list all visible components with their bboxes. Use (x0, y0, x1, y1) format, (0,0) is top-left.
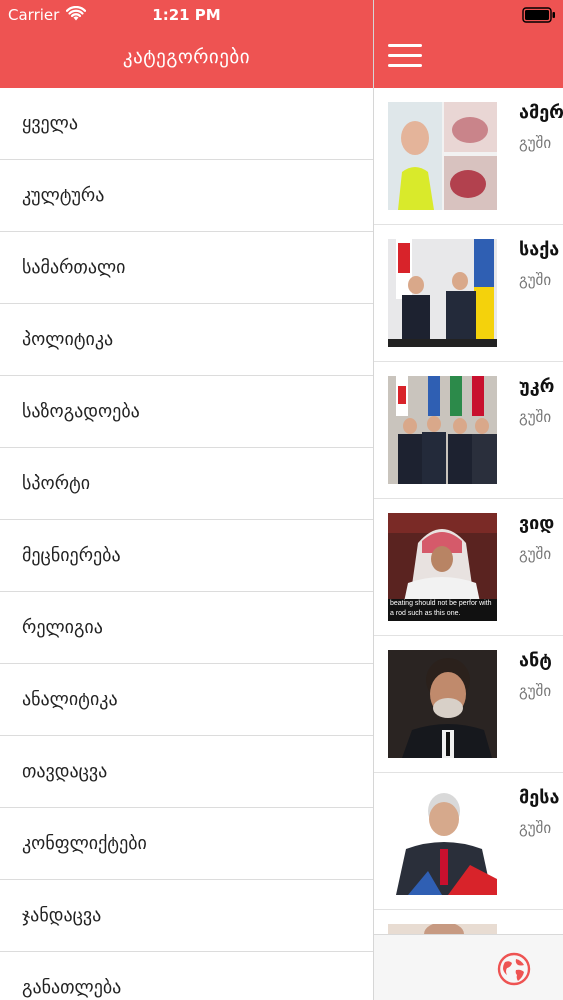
category-item[interactable]: საზოგადოება (0, 376, 373, 448)
news-thumbnail (388, 787, 497, 895)
category-item[interactable]: კონფლიქტები (0, 808, 373, 880)
news-item[interactable]: მესა გუში (374, 773, 563, 910)
news-source: გუში (519, 819, 552, 837)
news-title: მესა (519, 787, 560, 808)
drawer-title: კატეგორიები (122, 46, 251, 68)
news-item[interactable]: უკრ გუში (374, 362, 563, 499)
category-item[interactable]: ჯანდაცვა (0, 880, 373, 952)
news-item[interactable]: beating should not be perfor with a rod … (374, 499, 563, 636)
globe-icon[interactable] (496, 951, 532, 987)
category-item[interactable]: თავდაცვა (0, 736, 373, 808)
news-source: გუში (519, 545, 552, 563)
drawer-header: Carrier 1:21 PM კატეგორიები (0, 0, 373, 88)
category-item[interactable]: სპორტი (0, 448, 373, 520)
category-item[interactable]: განათლება (0, 952, 373, 1000)
feed-header (374, 0, 563, 88)
news-title: საქა (519, 239, 560, 260)
news-source: გუში (519, 134, 552, 152)
category-item[interactable]: კულტურა (0, 160, 373, 232)
hamburger-menu-icon[interactable] (388, 44, 422, 70)
category-item[interactable]: მეცნიერება (0, 520, 373, 592)
battery-icon (522, 7, 555, 23)
news-title: ვიდ (519, 513, 555, 534)
news-title: უკრ (519, 376, 555, 397)
bottom-toolbar (374, 934, 563, 1000)
news-feed-panel: ამერ გუში საქა გუში უკრ გუში beating sho… (373, 0, 563, 1000)
news-thumbnail (388, 239, 497, 347)
news-item[interactable]: საქა გუში (374, 225, 563, 362)
news-thumbnail (388, 650, 497, 758)
category-item[interactable]: პოლიტიკა (0, 304, 373, 376)
category-item[interactable]: რელიგია (0, 592, 373, 664)
category-drawer: Carrier 1:21 PM კატეგორიები ყველა კულტურა… (0, 0, 373, 1000)
category-list: ყველა კულტურა სამართალი პოლიტიკა საზოგადოება… (0, 88, 373, 1000)
news-thumbnail (388, 102, 497, 210)
news-item[interactable]: ანტ გუში (374, 636, 563, 773)
news-feed: ამერ გუში საქა გუში უკრ გუში beating sho… (374, 88, 563, 1000)
category-item[interactable]: სამართალი (0, 232, 373, 304)
category-item[interactable]: ანალიტიკა (0, 664, 373, 736)
news-item[interactable]: ამერ გუში (374, 88, 563, 225)
news-thumbnail: beating should not be perfor with a rod … (388, 513, 497, 621)
category-item[interactable]: ყველა (0, 88, 373, 160)
news-title: ანტ (519, 650, 552, 671)
news-source: გუში (519, 408, 552, 426)
thumbnail-caption: beating should not be perfor with a rod … (390, 600, 492, 617)
status-time: 1:21 PM (152, 6, 221, 24)
news-title: ამერ (519, 102, 563, 123)
news-thumbnail (388, 376, 497, 484)
news-source: გუში (519, 682, 552, 700)
news-source: გუში (519, 271, 552, 289)
